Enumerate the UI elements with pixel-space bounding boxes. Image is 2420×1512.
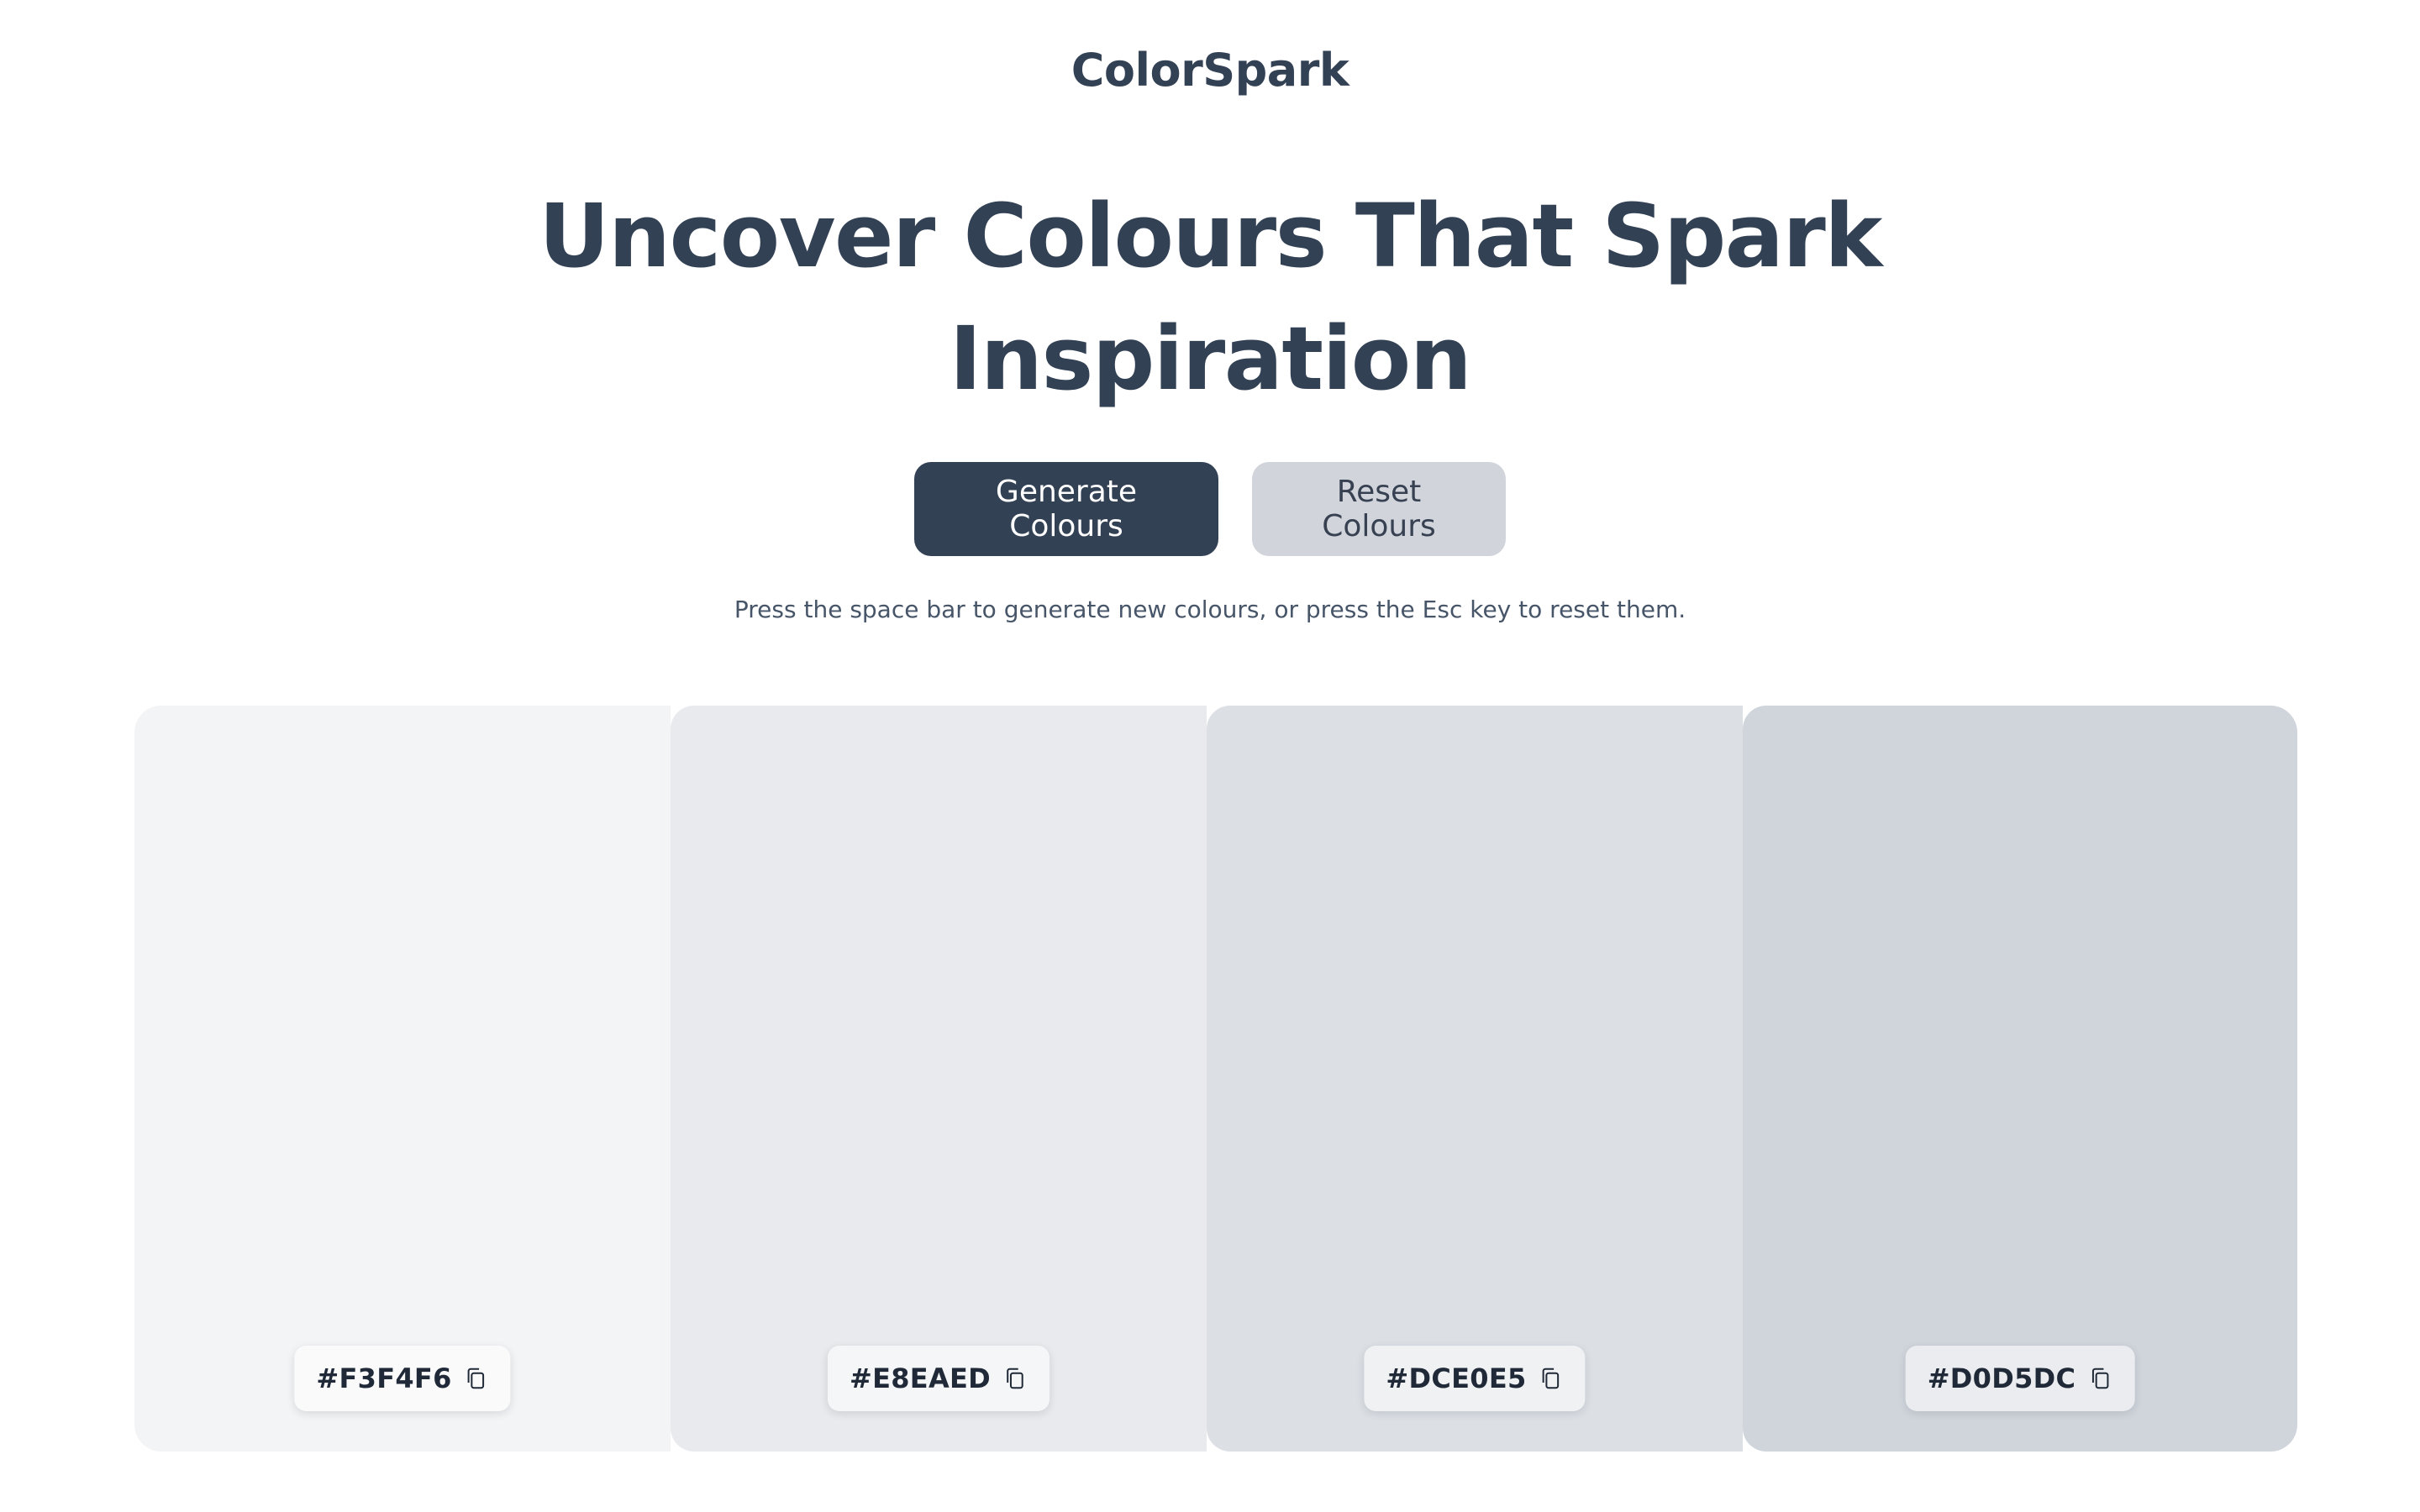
reset-colours-button[interactable]: Reset Colours bbox=[1252, 462, 1506, 556]
colour-swatch[interactable]: #DCE0E5 bbox=[1207, 706, 1743, 1452]
colour-swatch[interactable]: #F3F4F6 bbox=[134, 706, 671, 1452]
hex-copy-chip[interactable]: #D0D5DC bbox=[1905, 1346, 2135, 1411]
action-bar: Generate Colours Reset Colours bbox=[0, 462, 2420, 556]
colour-swatch[interactable]: #E8EAED bbox=[671, 706, 1207, 1452]
hex-code: #F3F4F6 bbox=[316, 1362, 452, 1394]
keyboard-hint: Press the space bar to generate new colo… bbox=[734, 596, 1686, 623]
page-title: Uncover Colours That Spark Inspiration bbox=[539, 185, 1882, 410]
copy-icon[interactable] bbox=[2087, 1365, 2112, 1392]
brand-logo[interactable]: ColorSpark bbox=[0, 40, 2420, 101]
generate-colours-button[interactable]: Generate Colours bbox=[914, 462, 1218, 556]
hex-copy-chip[interactable]: #E8EAED bbox=[827, 1346, 1050, 1411]
colour-palette: #F3F4F6 #E8EAED #DCE0E5 #D0D5DC bbox=[134, 706, 2297, 1452]
colour-swatch[interactable]: #D0D5DC bbox=[1743, 706, 2297, 1452]
hex-copy-chip[interactable]: #DCE0E5 bbox=[1364, 1346, 1586, 1411]
hex-code: #DCE0E5 bbox=[1386, 1362, 1527, 1394]
copy-icon[interactable] bbox=[464, 1365, 489, 1392]
page: ColorSpark Uncover Colours That Spark In… bbox=[0, 0, 2420, 1512]
copy-icon[interactable] bbox=[1539, 1365, 1564, 1392]
hex-code: #D0D5DC bbox=[1927, 1362, 2076, 1394]
copy-icon[interactable] bbox=[1002, 1365, 1028, 1392]
hex-code: #E8EAED bbox=[849, 1362, 992, 1394]
hex-copy-chip[interactable]: #F3F4F6 bbox=[294, 1346, 511, 1411]
